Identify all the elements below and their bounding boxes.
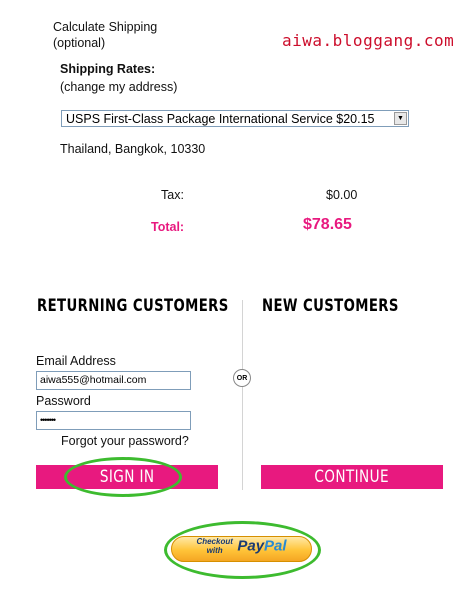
shipping-title: Calculate Shipping [53,20,158,34]
forgot-password-link[interactable]: Forgot your password? [61,434,189,448]
email-field[interactable]: aiwa555@hotmail.com [36,371,191,390]
shipping-rate-select[interactable]: USPS First-Class Package International S… [61,110,409,127]
password-label: Password [36,394,91,408]
paypal-highlight-ring [164,521,321,579]
total-value: $78.65 [303,216,352,233]
shipping-optional-label: (optional) [53,36,106,50]
shipping-rate-selected-value: USPS First-Class Package International S… [66,112,375,126]
new-customers-heading: NEW CUSTOMERS [262,296,399,316]
password-field[interactable]: ••••••• [36,411,191,430]
change-address-link[interactable]: (change my address) [60,80,177,94]
email-label: Email Address [36,354,116,368]
sign-in-highlight-ring [64,457,182,497]
chevron-down-icon[interactable]: ▼ [394,112,407,125]
continue-button[interactable]: CONTINUE [261,465,443,489]
column-divider [242,300,243,490]
tax-label: Tax: [161,188,184,202]
shipping-rates-label: Shipping Rates: [60,62,156,76]
returning-customers-heading: RETURNING CUSTOMERS [37,296,229,316]
shipping-address: Thailand, Bangkok, 10330 [60,142,206,156]
total-label: Total: [151,220,185,234]
continue-button-label: CONTINUE [314,467,390,487]
watermark: aiwa.bloggang.com [282,31,455,50]
or-badge: OR [233,369,251,387]
tax-value: $0.00 [326,188,358,202]
